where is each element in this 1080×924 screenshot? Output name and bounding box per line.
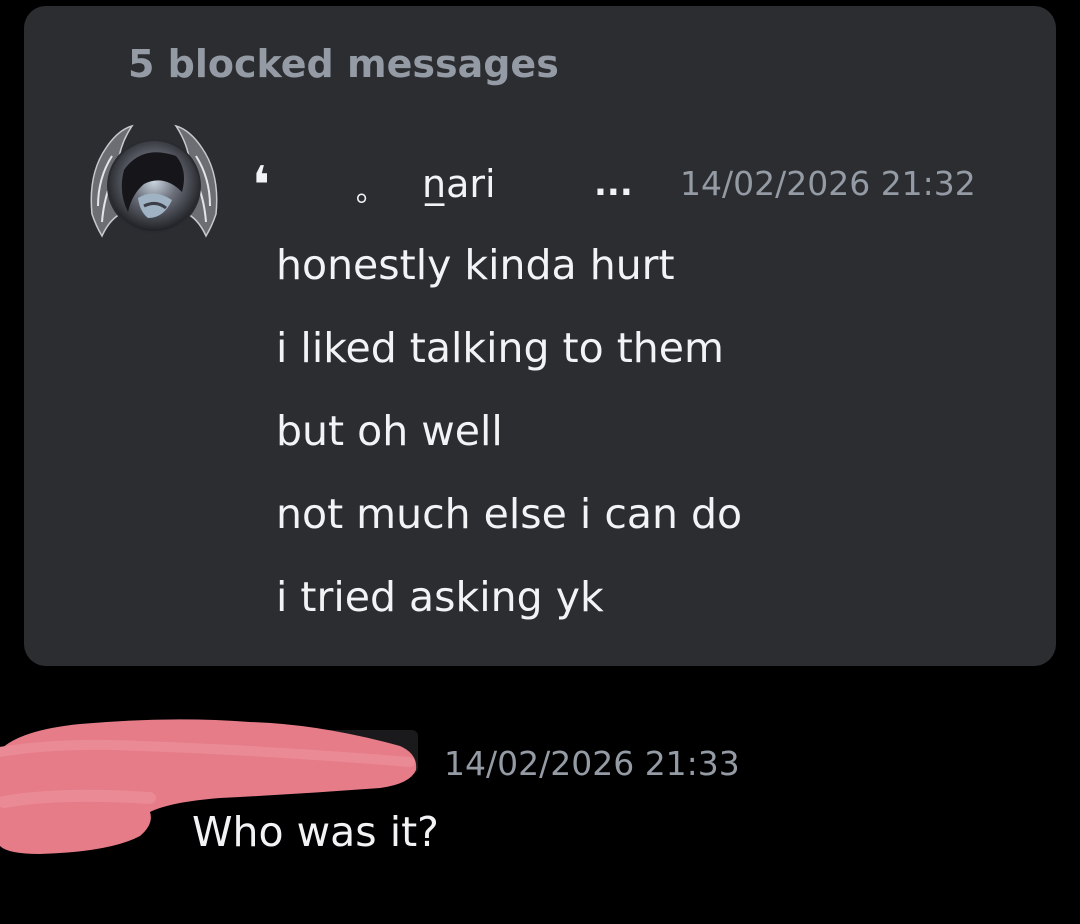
message-line[interactable]: i tried asking yk <box>276 556 1036 639</box>
message-line[interactable]: not much else i can do <box>276 473 1036 556</box>
winged-avatar-icon[interactable] <box>84 114 224 254</box>
username-quote-glyph[interactable]: ❛ <box>252 158 270 214</box>
reply-message[interactable]: Who was it? <box>192 804 439 860</box>
username-dot-glyph[interactable]: ｡ <box>356 164 371 220</box>
message-line[interactable]: i liked talking to them <box>276 307 1036 390</box>
message-list: honestly kinda hurt i liked talking to t… <box>276 224 1036 639</box>
message-line[interactable]: but oh well <box>276 390 1036 473</box>
blocked-messages-label[interactable]: 5 blocked messages <box>128 42 559 86</box>
message-timestamp[interactable]: 14/02/2026 21:32 <box>680 156 976 212</box>
blocked-messages-card[interactable]: 5 blocked messages ❛ ｡ n̲ari ... 14/02/2… <box>24 6 1056 666</box>
message-line[interactable]: honestly kinda hurt <box>276 224 1036 307</box>
reply-timestamp[interactable]: 14/02/2026 21:33 <box>444 736 740 792</box>
message-header: ❛ ｡ n̲ari ... 14/02/2026 21:32 <box>252 156 1042 214</box>
username[interactable]: n̲ari <box>422 156 496 212</box>
username-ellipsis[interactable]: ... <box>594 156 633 212</box>
